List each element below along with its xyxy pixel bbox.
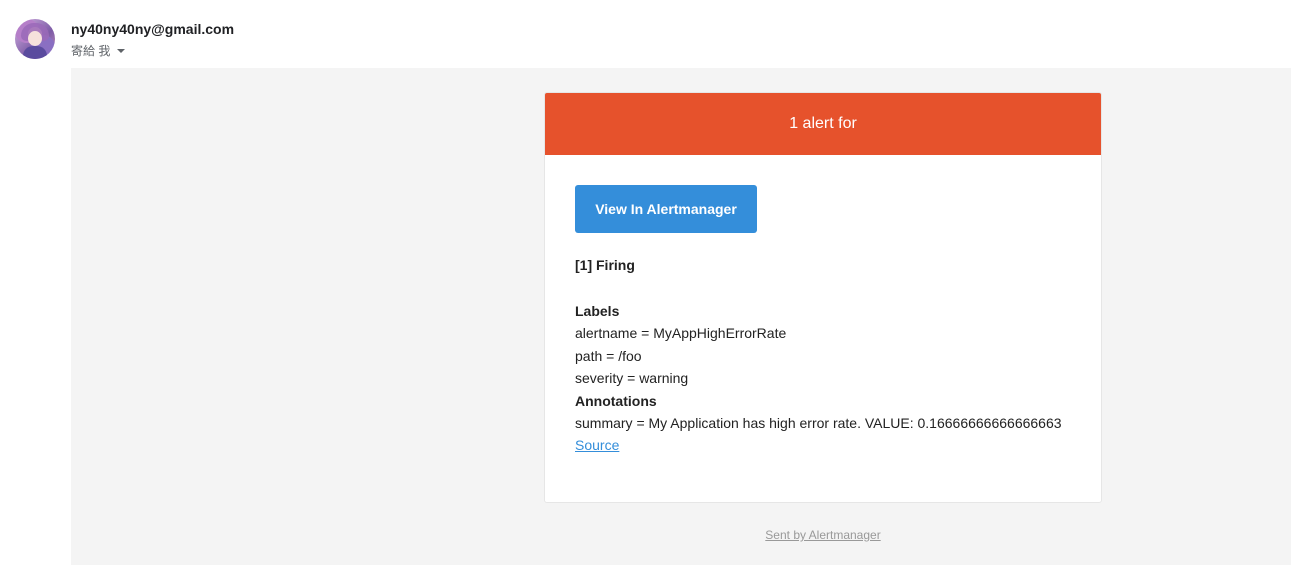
user-avatar[interactable] xyxy=(15,19,55,59)
view-in-alertmanager-button[interactable]: View In Alertmanager xyxy=(575,185,757,233)
avatar-face xyxy=(28,31,42,46)
avatar-body xyxy=(23,46,47,59)
source-link[interactable]: Source xyxy=(575,437,619,453)
label-row: severity = warning xyxy=(575,370,689,387)
sender-email: ny40ny40ny@gmail.com xyxy=(71,21,235,37)
chevron-down-icon[interactable] xyxy=(117,49,126,53)
alert-card-body: View In Alertmanager [1] Firing Labels a… xyxy=(545,155,1101,457)
footer: Sent by Alertmanager xyxy=(544,528,1102,542)
sent-by-alertmanager-link[interactable]: Sent by Alertmanager xyxy=(765,528,880,542)
annotation-row: summary = My Application has high error … xyxy=(575,415,1062,432)
alert-header-text: 1 alert for xyxy=(789,115,857,132)
alert-card: 1 alert for View In Alertmanager [1] Fir… xyxy=(544,92,1102,503)
label-row: alertname = MyAppHighErrorRate xyxy=(575,325,787,342)
labels-heading: Labels xyxy=(575,303,620,319)
email-body: 1 alert for View In Alertmanager [1] Fir… xyxy=(71,68,1291,565)
recipient-label: 寄給 我 xyxy=(71,44,111,58)
annotations-heading: Annotations xyxy=(575,392,657,409)
email-header: ny40ny40ny@gmail.com 寄給 我 xyxy=(0,0,1291,68)
alert-details: Labels alertname = MyAppHighErrorRate pa… xyxy=(575,300,1071,457)
label-row: path = /foo xyxy=(575,347,642,364)
alert-card-header: 1 alert for xyxy=(545,93,1101,155)
recipient-dropdown[interactable]: 寄給 我 xyxy=(71,42,126,59)
firing-title: [1] Firing xyxy=(575,257,635,273)
